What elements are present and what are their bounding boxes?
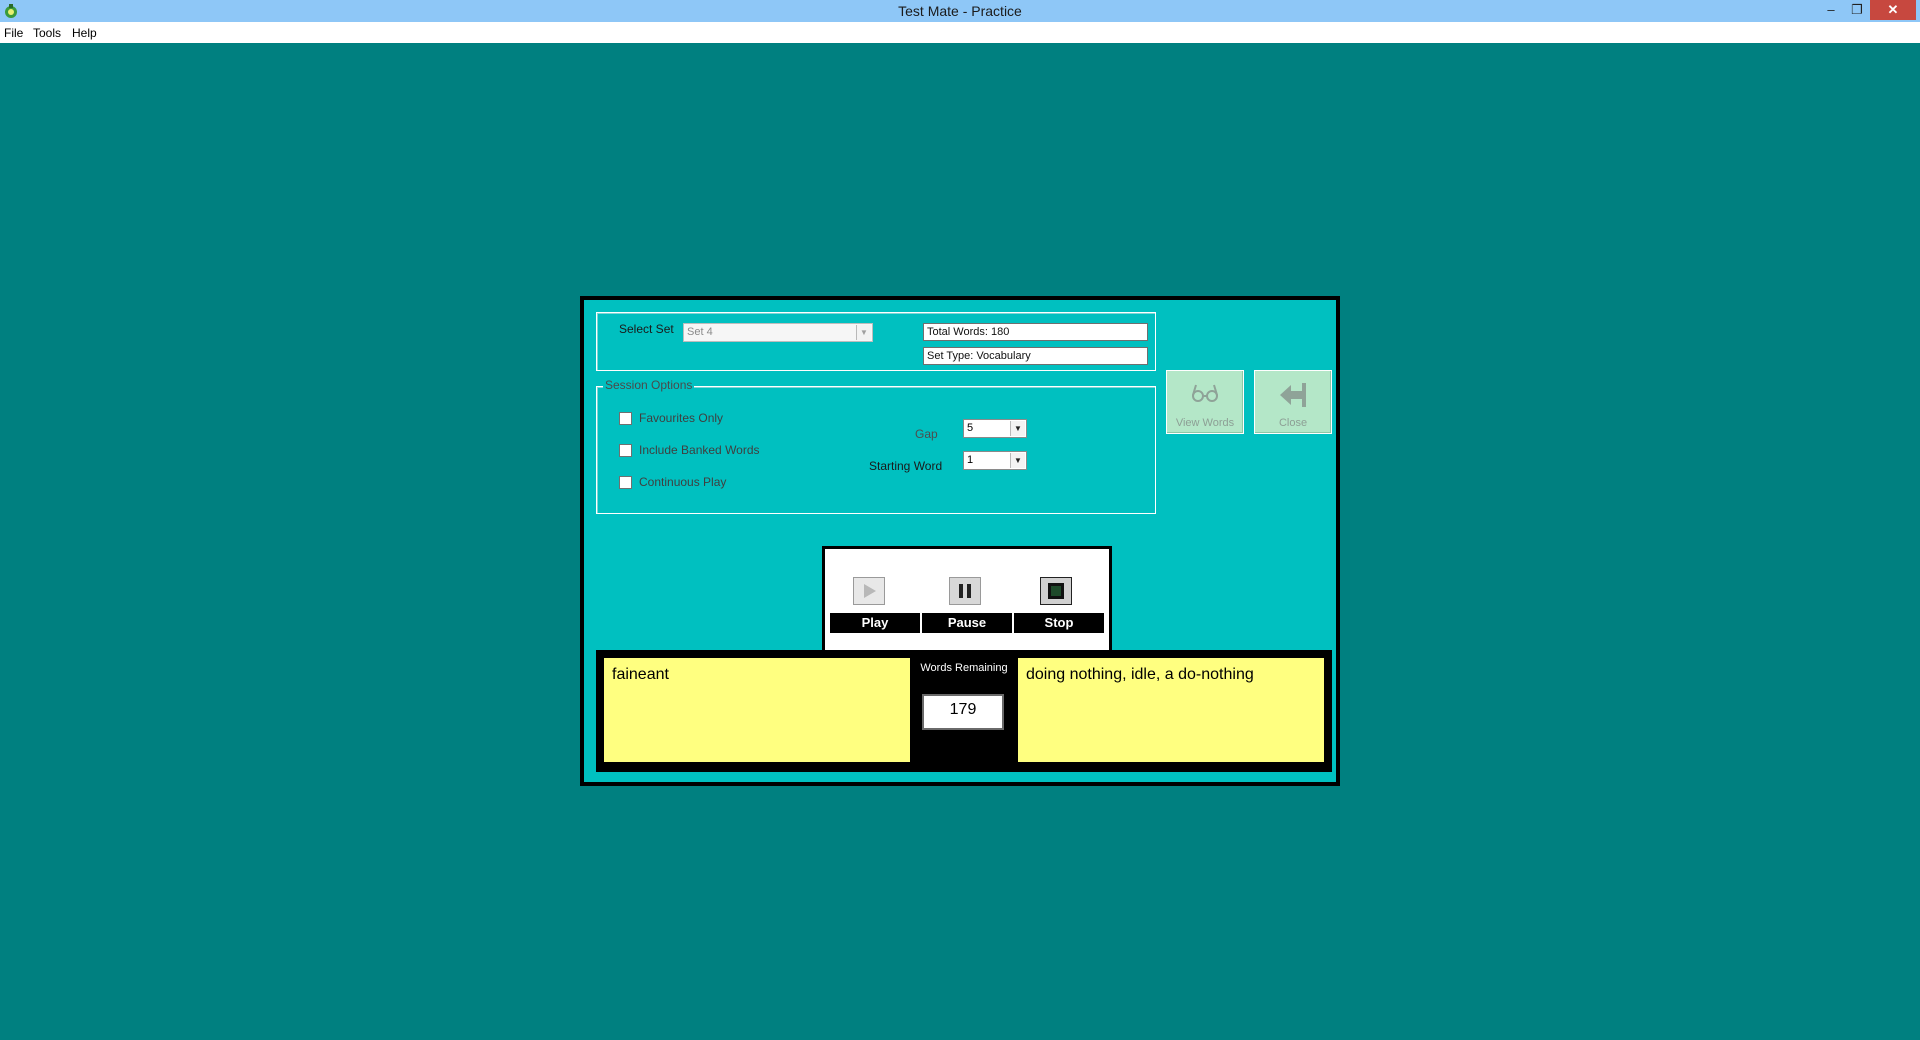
window-title: Test Mate - Practice	[898, 3, 1022, 19]
chevron-down-icon: ▼	[1010, 453, 1025, 468]
select-set-label: Select Set	[619, 322, 674, 336]
play-button[interactable]: Play	[830, 613, 920, 633]
continuous-play-label: Continuous Play	[639, 475, 727, 489]
starting-word-value: 1	[967, 454, 974, 466]
stop-icon	[1048, 583, 1064, 599]
include-banked-checkbox[interactable]	[619, 444, 632, 457]
include-banked-label: Include Banked Words	[639, 443, 760, 457]
gap-dropdown[interactable]: 5 ▼	[963, 419, 1027, 438]
pause-icon	[959, 584, 971, 598]
media-controls: Play Pause Stop	[822, 546, 1112, 650]
words-remaining-count: 179	[922, 694, 1004, 730]
close-button[interactable]: Close	[1254, 370, 1332, 434]
chevron-down-icon: ▼	[1010, 421, 1025, 436]
continuous-play-checkbox[interactable]	[619, 476, 632, 489]
select-set-dropdown[interactable]: Set 4 ▼	[683, 323, 873, 342]
favourites-only-label: Favourites Only	[639, 411, 724, 425]
gap-value: 5	[967, 422, 974, 434]
starting-word-dropdown[interactable]: 1 ▼	[963, 451, 1027, 470]
session-options-legend: Session Options	[603, 378, 695, 392]
stop-button[interactable]: Stop	[1014, 613, 1104, 633]
menu-file[interactable]: File	[4, 26, 23, 40]
set-group: Select Set Set 4 ▼ Total Words: 180 Set …	[596, 312, 1156, 371]
menu-help[interactable]: Help	[72, 26, 97, 40]
starting-word-label: Starting Word	[869, 459, 943, 473]
close-window-button[interactable]: ✕	[1870, 0, 1916, 20]
glasses-icon	[1167, 381, 1243, 409]
favourites-only-checkbox[interactable]	[619, 412, 632, 425]
select-set-value: Set 4	[687, 326, 713, 338]
menu-tools[interactable]: Tools	[33, 26, 61, 40]
play-icon-button[interactable]	[853, 577, 885, 605]
title-bar: Test Mate - Practice – ❐ ✕	[0, 0, 1920, 22]
set-type-field: Set Type: Vocabulary	[923, 347, 1148, 365]
restore-button[interactable]: ❐	[1844, 0, 1870, 20]
gap-label: Gap	[915, 427, 938, 441]
menu-bar: File Tools Help	[0, 22, 1920, 43]
total-words-field: Total Words: 180	[923, 323, 1148, 341]
pause-icon-button[interactable]	[949, 577, 981, 605]
session-options-group: Session Options Favourites Only Include …	[596, 378, 1156, 514]
word-term-card: faineant	[604, 658, 910, 762]
exit-arrow-icon	[1255, 381, 1331, 409]
words-remaining-label: Words Remaining	[920, 662, 1008, 674]
stop-icon-button[interactable]	[1040, 577, 1072, 605]
word-definition-card: doing nothing, idle, a do-nothing	[1018, 658, 1324, 762]
close-label: Close	[1278, 417, 1308, 429]
view-words-button[interactable]: View Words	[1166, 370, 1244, 434]
practice-panel: Select Set Set 4 ▼ Total Words: 180 Set …	[580, 296, 1340, 786]
view-words-label: View Words	[1175, 417, 1235, 429]
play-icon	[864, 584, 876, 598]
minimize-button[interactable]: –	[1818, 0, 1844, 20]
chevron-down-icon: ▼	[856, 325, 871, 340]
word-display: faineant Words Remaining 179 doing nothi…	[596, 650, 1332, 772]
pause-button[interactable]: Pause	[922, 613, 1012, 633]
